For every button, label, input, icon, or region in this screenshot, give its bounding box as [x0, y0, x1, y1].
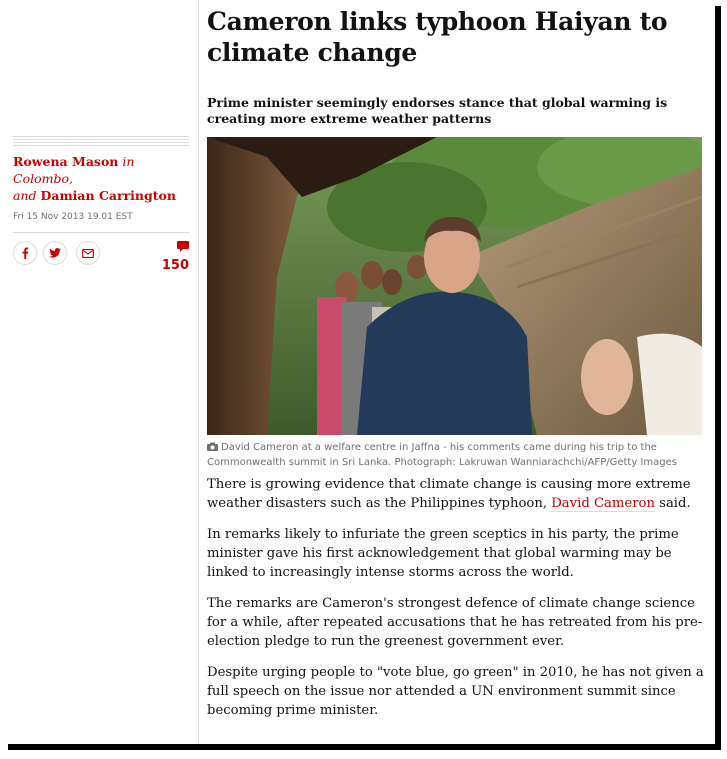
paragraph-4: Despite urging people to "vote blue, go … — [207, 665, 704, 718]
paragraph-2: In remarks likely to infuriate the green… — [207, 527, 679, 580]
paragraph-3: The remarks are Cameron's strongest defe… — [207, 596, 703, 649]
email-icon — [82, 248, 94, 258]
column-divider — [198, 0, 199, 744]
facebook-icon — [22, 247, 29, 259]
meta-rule — [13, 145, 189, 146]
meta-rule — [13, 139, 189, 140]
byline-and: and — [13, 188, 37, 203]
caption-text: David Cameron at a welfare centre in Jaf… — [207, 442, 677, 468]
photo-caption: David Cameron at a welfare centre in Jaf… — [207, 440, 702, 470]
meta-rule — [13, 142, 189, 143]
article-photo[interactable] — [207, 137, 702, 435]
author-link-mason[interactable]: Rowena Mason — [13, 154, 118, 169]
article-body: There is growing evidence that climate c… — [207, 475, 704, 732]
author-link-carrington[interactable]: Damian Carrington — [41, 188, 176, 203]
facebook-share-button[interactable] — [13, 241, 37, 265]
paragraph-1: There is growing evidence that climate c… — [207, 475, 704, 513]
article-meta: Rowena Mason in Colombo, and Damian Carr… — [13, 136, 189, 273]
paragraph-1-end: said. — [654, 496, 691, 511]
twitter-share-button[interactable] — [43, 241, 67, 265]
comment-icon — [177, 241, 189, 252]
meta-rule — [13, 136, 189, 137]
camera-icon — [207, 442, 218, 451]
comment-count-link[interactable]: 150 — [162, 237, 189, 273]
david-cameron-link[interactable]: David Cameron — [551, 496, 655, 512]
standfirst: Prime minister seemingly endorses stance… — [207, 95, 668, 126]
article-frame: Rowena Mason in Colombo, and Damian Carr… — [2, 0, 715, 744]
meta-divider — [13, 232, 189, 233]
photo-illustration — [207, 137, 702, 435]
byline: Rowena Mason in Colombo, and Damian Carr… — [13, 153, 189, 204]
comment-count: 150 — [161, 258, 189, 273]
publish-date: Fri 15 Nov 2013 19.01 EST — [13, 212, 133, 222]
email-share-button[interactable] — [76, 241, 100, 265]
twitter-icon — [49, 248, 61, 258]
headline: Cameron links typhoon Haiyan to climate … — [207, 7, 668, 67]
share-row: 150 — [13, 241, 189, 273]
